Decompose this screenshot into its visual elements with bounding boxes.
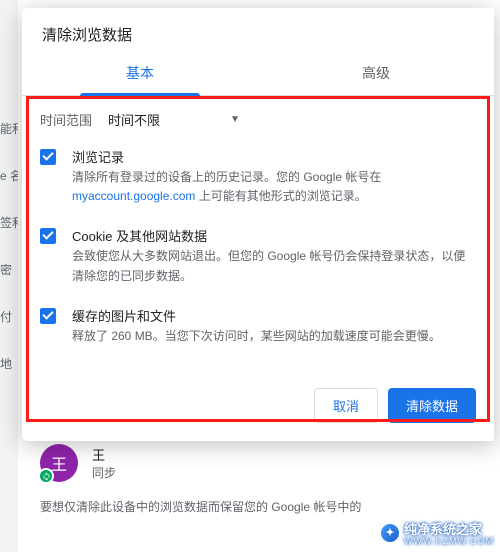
profile-name: 王 bbox=[92, 445, 116, 464]
checkbox-browsing-history[interactable] bbox=[40, 149, 56, 165]
check-item-cookies: Cookie 及其他网站数据 会致使您从大多数网站退出。但您的 Google 帐… bbox=[40, 226, 476, 285]
bottom-note: 要想仅清除此设备中的浏览数据而保留您的 Google 帐号中的 bbox=[40, 498, 480, 515]
check-desc: 清除所有登录过的设备上的历史记录。您的 Google 帐号在 myaccount… bbox=[72, 168, 381, 206]
clear-browsing-data-dialog: 清除浏览数据 基本 高级 时间范围 时间不限 ▼ 浏览记录 清除所有登录过的设备… bbox=[22, 8, 494, 441]
tab-advanced[interactable]: 高级 bbox=[258, 53, 494, 95]
profile-sync-label: 同步 bbox=[92, 464, 116, 481]
tab-basic[interactable]: 基本 bbox=[22, 53, 258, 95]
check-desc: 会致使您从大多数网站退出。但您的 Google 帐号仍会保持登录状态，以便清除您… bbox=[72, 247, 476, 285]
check-title: Cookie 及其他网站数据 bbox=[72, 226, 476, 245]
chevron-down-icon: ▼ bbox=[230, 114, 240, 125]
sync-badge-icon bbox=[38, 468, 54, 484]
check-title: 缓存的图片和文件 bbox=[72, 306, 441, 325]
avatar[interactable]: 王 bbox=[40, 444, 78, 482]
check-item-browsing-history: 浏览记录 清除所有登录过的设备上的历史记录。您的 Google 帐号在 myac… bbox=[40, 147, 476, 206]
clear-data-button[interactable]: 清除数据 bbox=[388, 388, 476, 423]
watermark: ✦ 纯净系统之家 WWW.KZMW.COM bbox=[381, 519, 494, 546]
account-link[interactable]: myaccount.google.com bbox=[72, 189, 195, 203]
time-range-select[interactable]: 时间不限 ▼ bbox=[108, 110, 240, 129]
cancel-button[interactable]: 取消 bbox=[314, 388, 378, 423]
watermark-url: WWW.KZMW.COM bbox=[404, 536, 494, 546]
check-desc: 释放了 260 MB。当您下次访问时，某些网站的加载速度可能会更慢。 bbox=[72, 327, 441, 346]
time-range-row: 时间范围 时间不限 ▼ bbox=[40, 110, 476, 129]
checkbox-cache[interactable] bbox=[40, 308, 56, 324]
settings-sidebar-fragment: 能和 e 名 签和 密 付 地 bbox=[0, 0, 18, 552]
avatar-letter: 王 bbox=[51, 451, 67, 475]
checkbox-cookies[interactable] bbox=[40, 228, 56, 244]
check-title: 浏览记录 bbox=[72, 147, 381, 166]
time-range-label: 时间范围 bbox=[40, 110, 92, 129]
profile-section: 王 王 同步 bbox=[40, 444, 116, 482]
watermark-text: 纯净系统之家 bbox=[404, 522, 482, 537]
check-item-cache: 缓存的图片和文件 释放了 260 MB。当您下次访问时，某些网站的加载速度可能会… bbox=[40, 306, 476, 346]
watermark-logo-icon: ✦ bbox=[381, 524, 399, 542]
dialog-title: 清除浏览数据 bbox=[22, 8, 494, 53]
dialog-actions: 取消 清除数据 bbox=[22, 374, 494, 441]
time-range-value: 时间不限 bbox=[108, 110, 160, 129]
dialog-tabs: 基本 高级 bbox=[22, 53, 494, 96]
